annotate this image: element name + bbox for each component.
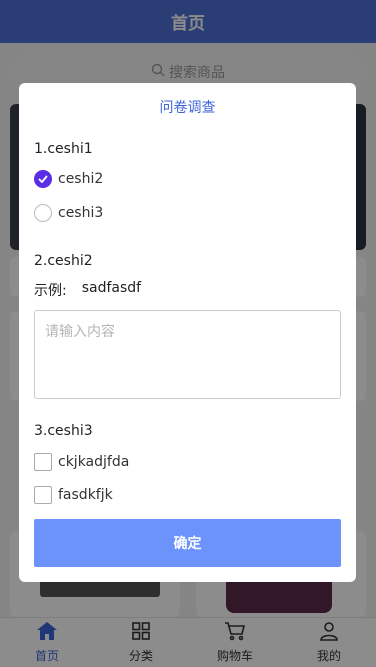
radio-option-ceshi2[interactable]: ceshi2 (34, 170, 103, 188)
checkbox-label: fasdkfjk (58, 487, 113, 503)
checkbox-label: ckjkadjfda (58, 454, 130, 470)
question-2-title: 2.ceshi2 (34, 253, 93, 269)
checkbox-icon[interactable] (34, 486, 52, 504)
question-3-title: 3.ceshi3 (34, 423, 93, 439)
example-value: sadfasdf (81, 280, 142, 296)
question-1-title: 1.ceshi1 (34, 141, 93, 157)
radio-option-ceshi3[interactable]: ceshi3 (34, 204, 103, 222)
radio-label: ceshi3 (58, 205, 104, 221)
radio-label: ceshi2 (58, 171, 104, 187)
confirm-button[interactable]: 确定 (34, 519, 341, 567)
survey-dialog: 问卷调查 1.ceshi1 ceshi2 ceshi3 2.ceshi2 示例:… (19, 83, 356, 582)
checkbox-icon[interactable] (34, 453, 52, 471)
example-row: 示例: sadfasdf (34, 280, 141, 300)
checkbox-option-fasdkfjk[interactable]: fasdkfjk (34, 486, 113, 504)
radio-unchecked-icon[interactable] (34, 204, 52, 222)
radio-checked-icon[interactable] (34, 170, 52, 188)
dialog-title: 问卷调查 (159, 100, 216, 116)
checkbox-option-ckjkadjfda[interactable]: ckjkadjfda (34, 453, 129, 471)
example-label: 示例: (34, 283, 67, 299)
answer-textarea[interactable] (34, 310, 341, 399)
